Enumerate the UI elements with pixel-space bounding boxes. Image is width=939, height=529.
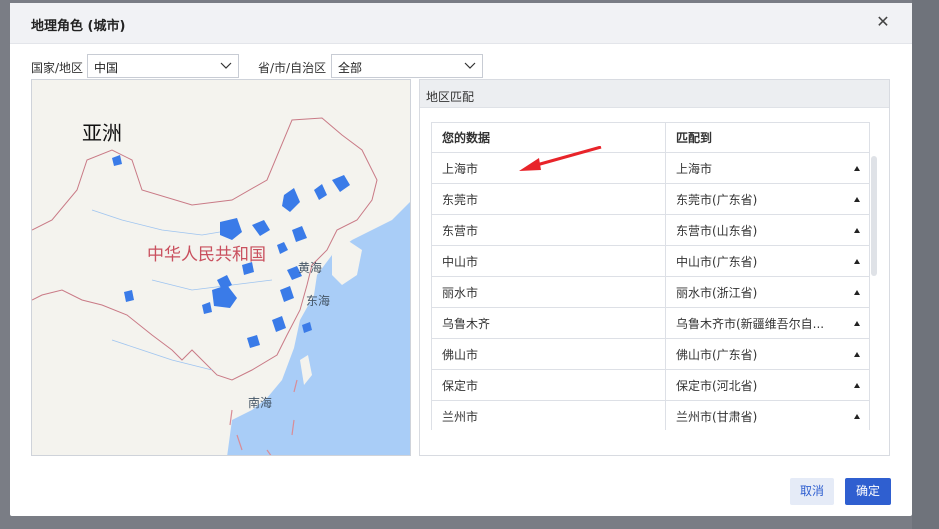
country-select-value: 中国 bbox=[94, 61, 119, 75]
dropdown-triangle-icon bbox=[854, 321, 860, 326]
dropdown-triangle-icon bbox=[854, 414, 860, 419]
match-table-scroll[interactable]: 您的数据 匹配到 上海市 上海市 东莞市 东莞市(广东省) 东营市 东营市(山东省) … bbox=[431, 122, 879, 430]
country-select[interactable]: 中国 bbox=[87, 54, 239, 78]
match-value: 丽水市(浙江省) bbox=[676, 285, 758, 300]
country-label-on-map: 中华人民共和国 bbox=[147, 245, 266, 265]
cell-data: 保定市 bbox=[431, 369, 666, 401]
continent-label: 亚洲 bbox=[82, 121, 122, 145]
cell-data: 东莞市 bbox=[431, 183, 666, 215]
table-row: 东莞市 东莞市(广东省) bbox=[431, 183, 870, 215]
match-dropdown[interactable]: 乌鲁木齐市(新疆维吾尔自... bbox=[665, 307, 870, 339]
ok-button[interactable]: 确定 bbox=[845, 478, 891, 505]
cell-data: 东营市 bbox=[431, 214, 666, 246]
table-row: 佛山市 佛山市(广东省) bbox=[431, 338, 870, 370]
match-dropdown[interactable]: 中山市(广东省) bbox=[665, 245, 870, 277]
chevron-down-icon bbox=[220, 62, 232, 69]
dropdown-triangle-icon bbox=[854, 228, 860, 233]
chevron-down-icon bbox=[464, 62, 476, 69]
sea-label-east: 东海 bbox=[306, 293, 330, 308]
panel-title: 地区匹配 bbox=[420, 80, 889, 108]
table-scrollbar[interactable] bbox=[871, 156, 877, 276]
sea-label-south: 南海 bbox=[248, 395, 272, 410]
country-label: 国家/地区 bbox=[31, 61, 84, 75]
dropdown-triangle-icon bbox=[854, 290, 860, 295]
close-icon[interactable]: ✕ bbox=[874, 13, 892, 31]
column-header-match: 匹配到 bbox=[665, 122, 870, 153]
dropdown-triangle-icon bbox=[854, 352, 860, 357]
match-dropdown[interactable]: 兰州市(甘肃省) bbox=[665, 400, 870, 430]
table-row: 中山市 中山市(广东省) bbox=[431, 245, 870, 277]
table-row: 保定市 保定市(河北省) bbox=[431, 369, 870, 401]
cell-data: 乌鲁木齐 bbox=[431, 307, 666, 339]
match-dropdown[interactable]: 保定市(河北省) bbox=[665, 369, 870, 401]
geo-role-dialog: 地理角色 (城市) ✕ 国家/地区 中国 省/市/自治区 全部 亚洲 中华人民共… bbox=[10, 3, 912, 516]
match-dropdown[interactable]: 上海市 bbox=[665, 152, 870, 184]
table-row: 乌鲁木齐 乌鲁木齐市(新疆维吾尔自... bbox=[431, 307, 870, 339]
map-view[interactable]: 亚洲 中华人民共和国 黄海 东海 南海 bbox=[31, 79, 411, 456]
province-select-value: 全部 bbox=[338, 61, 363, 75]
table-row: 上海市 上海市 bbox=[431, 152, 870, 184]
province-select[interactable]: 全部 bbox=[331, 54, 483, 78]
table-header: 您的数据 匹配到 bbox=[431, 122, 870, 153]
dropdown-triangle-icon bbox=[854, 259, 860, 264]
match-dropdown[interactable]: 佛山市(广东省) bbox=[665, 338, 870, 370]
match-value: 兰州市(甘肃省) bbox=[676, 409, 758, 424]
province-label: 省/市/自治区 bbox=[258, 61, 327, 75]
match-value: 中山市(广东省) bbox=[676, 254, 758, 269]
cell-data: 丽水市 bbox=[431, 276, 666, 308]
match-value: 东营市(山东省) bbox=[676, 223, 758, 238]
match-dropdown[interactable]: 东莞市(广东省) bbox=[665, 183, 870, 215]
cell-data: 佛山市 bbox=[431, 338, 666, 370]
table-row: 东营市 东营市(山东省) bbox=[431, 214, 870, 246]
cell-data: 中山市 bbox=[431, 245, 666, 277]
table-row: 兰州市 兰州市(甘肃省) bbox=[431, 400, 870, 430]
match-value: 上海市 bbox=[676, 161, 713, 176]
region-match-panel: 地区匹配 您的数据 匹配到 上海市 上海市 东莞市 东莞市(广东省) 东营市 东营市(… bbox=[419, 79, 890, 456]
table-row: 丽水市 丽水市(浙江省) bbox=[431, 276, 870, 308]
taiwan-land bbox=[300, 355, 312, 385]
sea-label-yellow: 黄海 bbox=[298, 260, 322, 275]
map-svg: 亚洲 中华人民共和国 黄海 东海 南海 bbox=[32, 80, 410, 455]
dropdown-triangle-icon bbox=[854, 197, 860, 202]
match-value: 保定市(河北省) bbox=[676, 378, 758, 393]
match-table: 您的数据 匹配到 上海市 上海市 东莞市 东莞市(广东省) 东营市 东营市(山东省) … bbox=[431, 122, 870, 430]
match-value: 东莞市(广东省) bbox=[676, 192, 758, 207]
dialog-title: 地理角色 (城市) bbox=[31, 19, 126, 34]
match-value: 乌鲁木齐市(新疆维吾尔自... bbox=[676, 316, 825, 331]
red-arrow-annotation bbox=[519, 146, 602, 171]
dialog-header: 地理角色 (城市) ✕ bbox=[10, 3, 912, 44]
backdrop bbox=[912, 0, 939, 529]
match-dropdown[interactable]: 东营市(山东省) bbox=[665, 214, 870, 246]
match-dropdown[interactable]: 丽水市(浙江省) bbox=[665, 276, 870, 308]
cancel-button[interactable]: 取消 bbox=[790, 478, 834, 505]
cell-data: 兰州市 bbox=[431, 400, 666, 430]
dropdown-triangle-icon bbox=[854, 166, 860, 171]
dropdown-triangle-icon bbox=[854, 383, 860, 388]
match-value: 佛山市(广东省) bbox=[676, 347, 758, 362]
